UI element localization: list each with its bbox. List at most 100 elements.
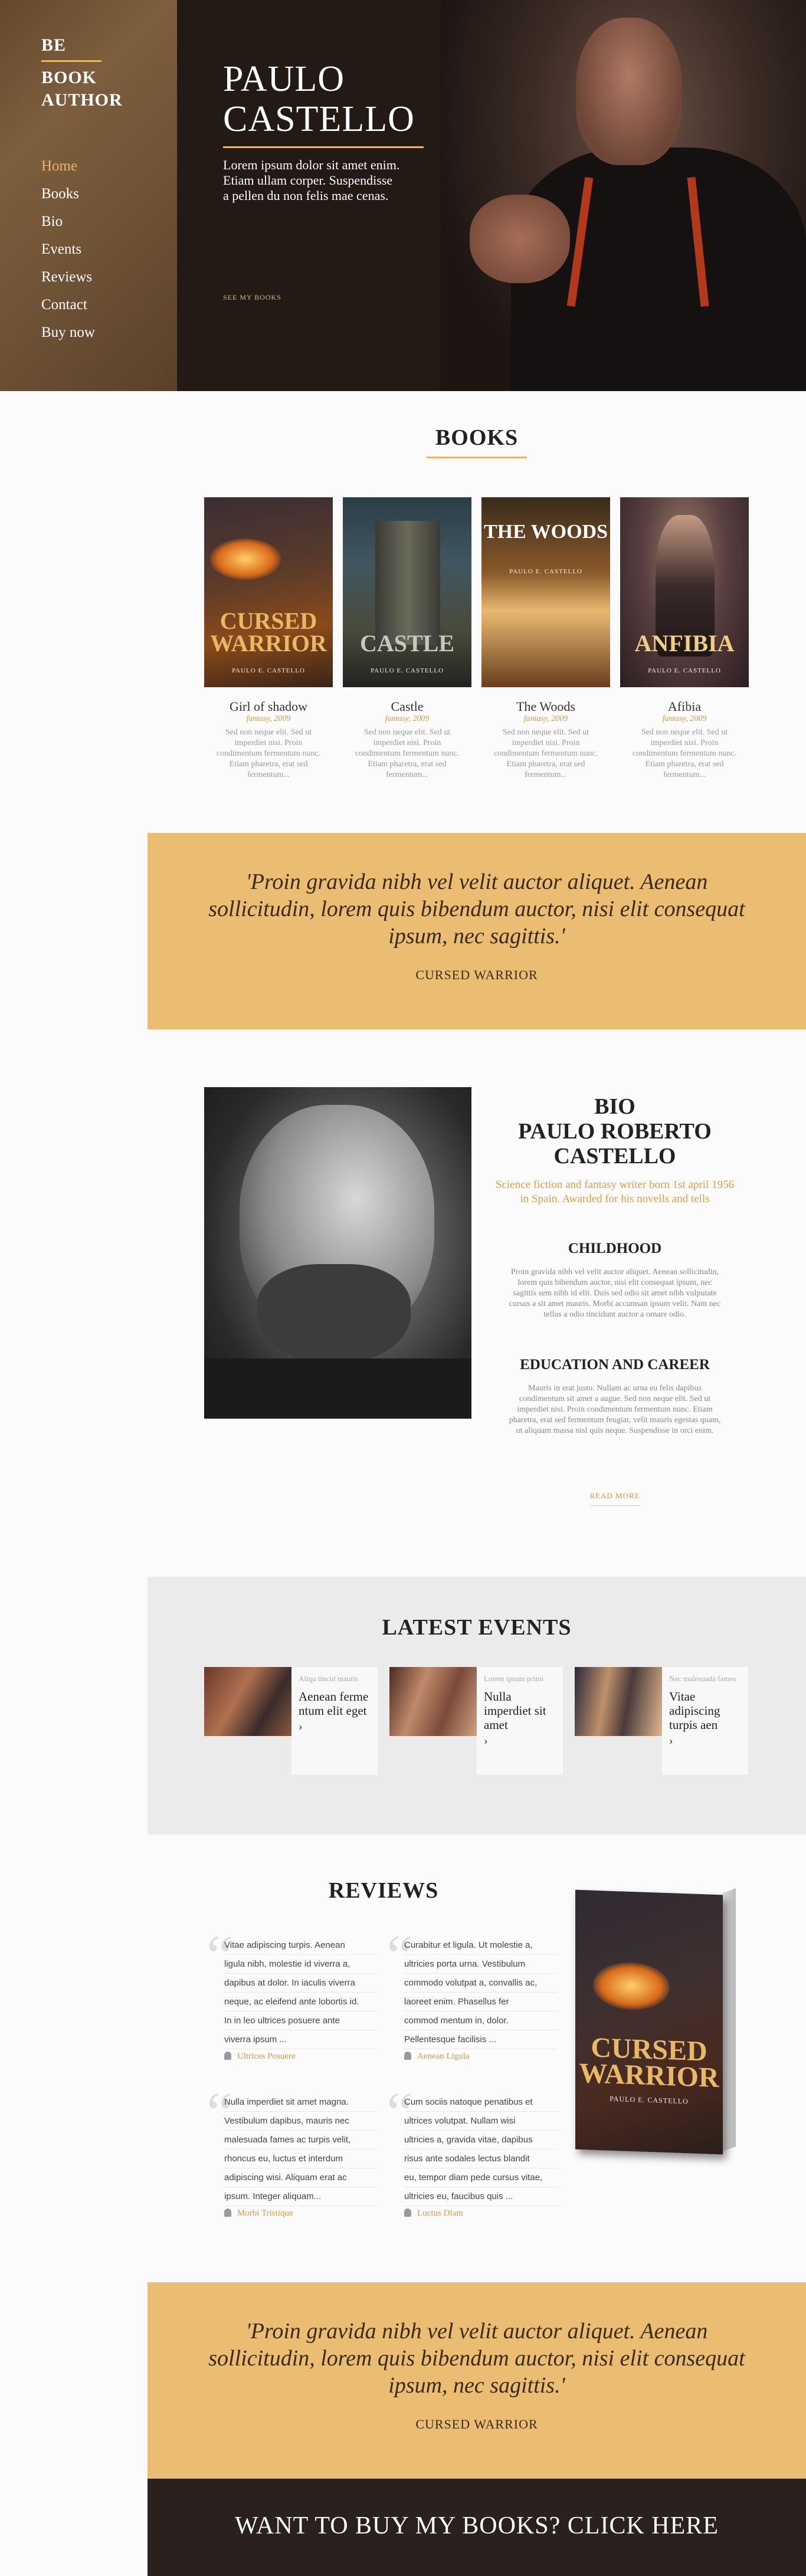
event-photo[interactable] [204,1667,291,1736]
reviews-section-title: REVIEWS [328,1878,439,1903]
review-item: “ Cum sociis natoque penatibus et ultric… [386,2083,558,2219]
book-description: Sed non neque elit. Sed ut imperdiet nis… [216,728,321,779]
event-card[interactable]: Aliqu tincid mauris Aenean ferme ntum el… [204,1667,378,1775]
event-arrow-icon[interactable]: › [299,1720,371,1734]
career-text: Mauris in erat justo. Nullam ac urna eu … [509,1384,721,1435]
quote-text: 'Proin gravida nibh vel velit auctor ali… [208,869,745,949]
book-card[interactable]: ANFIBIA PAULO E. CASTELLO Afibia fantasy… [620,497,749,780]
bio-title-line-1: BIO [594,1094,635,1119]
featured-book-author: PAULO E. CASTELLO [610,2094,689,2106]
nav-item-events[interactable]: Events [41,235,95,263]
event-card[interactable]: Nec malesuada fames Vitae adipiscing tur… [575,1667,748,1775]
book-card[interactable]: CURSED WARRIOR PAULO E. CASTELLO Girl of… [204,497,333,780]
childhood-heading: CHILDHOOD [568,1241,662,1256]
buy-banner[interactable]: WANT TO BUY MY BOOKS? CLICK HERE [148,2479,806,2576]
buy-books-link[interactable]: WANT TO BUY MY BOOKS? CLICK HERE [148,2512,806,2540]
event-photo[interactable] [575,1667,662,1736]
review-author: Luctus Diam [386,2209,558,2219]
quote-text: 'Proin gravida nibh vel velit auctor ali… [208,2319,745,2398]
bio-photo-beard [257,1264,411,1364]
book-cover-author: PAULO E. CASTELLO [371,667,444,674]
book-cover[interactable]: CASTLE PAULO E. CASTELLO [343,497,471,687]
hero-divider [223,146,424,148]
event-info: Nec malesuada fames Vitae adipiscing tur… [662,1667,748,1775]
book-genre: fantasy, 2009 [246,714,291,723]
review-text: Cum sociis natoque penatibus et ultrices… [386,2093,558,2206]
quote-author: CURSED WARRIOR [415,967,538,982]
review-line: ligula nibh, molestie id viverra a, [224,1955,378,1974]
book-cover[interactable]: ANFIBIA PAULO E. CASTELLO [620,497,749,687]
person-icon [224,2209,231,2217]
read-more-underline [590,1505,640,1506]
book-card[interactable]: THE WOODS PAULO E. CASTELLO The Woods fa… [481,497,610,780]
event-photo[interactable] [389,1667,477,1736]
review-line: In in leo ultrices posuere ante [224,2011,378,2030]
see-my-books-link[interactable]: SEE MY BOOKS [223,293,281,302]
logo-divider [41,60,101,62]
review-line: Cum sociis natoque penatibus et [404,2093,558,2112]
review-author-name: Aenean Ligula [417,2052,470,2061]
review-line: eu, tempor diam pede cursus vitae, [404,2168,558,2187]
book-title[interactable]: Afibia [620,699,749,714]
event-arrow-icon[interactable]: › [484,1734,556,1748]
book-description: Sed non neque elit. Sed ut imperdiet nis… [493,728,598,779]
book-cover[interactable]: THE WOODS PAULO E. CASTELLO [481,497,610,687]
review-line: ultricies a, gravida vitae, dapibus [404,2131,558,2150]
book-title[interactable]: The Woods [481,699,610,714]
quote-banner: 'Proin gravida nibh vel velit auctor ali… [148,833,806,1029]
review-line: Nulla imperdiet sit amet magna. [224,2093,378,2112]
review-line: risus ante sodales lectus blandit [404,2150,558,2168]
events-section-title: LATEST EVENTS [382,1615,572,1640]
review-text: Curabitur et ligula. Ut molestie a, ultr… [386,1936,558,2049]
nav-item-buy-now[interactable]: Buy now [41,319,95,346]
main-nav: Home Books Bio Events Reviews Contact Bu… [41,152,95,346]
nav-item-home[interactable]: Home [41,152,95,180]
nav-item-reviews[interactable]: Reviews [41,263,95,291]
featured-book-image[interactable]: CURSED WARRIOR PAULO E. CASTELLO [572,1883,749,2155]
review-line: dapibus at dolor. In iaculis viverra [224,1974,378,1993]
event-info: Lorem ipsum primi Nulla imperdiet sit am… [477,1667,563,1775]
cover-tower [375,521,440,645]
review-line: Vestibulum dapibus, mauris nec [224,2112,378,2131]
review-line: Curabitur et ligula. Ut molestie a, [404,1936,558,1955]
bio-title: BIO PAULO ROBERTO CASTELLO [494,1094,735,1169]
author-hero-photo [440,0,806,391]
book-card[interactable]: CASTLE PAULO E. CASTELLO Castle fantasy,… [343,497,471,780]
book-description: Sed non neque elit. Sed ut imperdiet nis… [632,728,737,779]
event-title[interactable]: Nulla imperdiet sit amet [484,1689,556,1732]
book-cover[interactable]: CURSED WARRIOR PAULO E. CASTELLO [204,497,333,687]
site-logo[interactable]: BE BOOK AUTHOR [41,34,123,111]
hero-author-name: PAULO CASTELLO [223,59,415,139]
book-title[interactable]: Castle [343,699,471,714]
hero-photo-hand [470,195,570,283]
review-item: “ Curabitur et ligula. Ut molestie a, ul… [386,1927,558,2062]
book-cover-title: CASTLE [359,630,455,657]
event-category: Nec malesuada fames [669,1674,736,1683]
event-category: Lorem ipsum primi [484,1674,544,1683]
book-cover-author: PAULO E. CASTELLO [648,667,721,674]
featured-book-title: CURSED WARRIOR [579,2032,719,2094]
review-author: Ultrices Posuere [207,2052,378,2062]
book-title[interactable]: Girl of shadow [204,699,333,714]
review-author: Aenean Ligula [386,2052,558,2062]
bio-subtitle: Science fiction and fantasy writer born … [495,1179,735,1205]
review-line: commod mentum in, dolor. [404,2011,558,2030]
book-cover-title: THE WOODS [483,521,608,543]
cover-fire [593,1961,670,2011]
read-more-link[interactable]: READ MORE [494,1491,735,1501]
nav-item-contact[interactable]: Contact [41,291,95,319]
book-cover-author: PAULO E. CASTELLO [232,667,305,674]
book-pages [723,1888,736,2152]
event-card[interactable]: Lorem ipsum primi Nulla imperdiet sit am… [389,1667,563,1775]
nav-item-books[interactable]: Books [41,180,95,208]
review-line: commodo volutpat a, convallis ac, [404,1974,558,1993]
event-title[interactable]: Vitae adipiscing turpis aen [669,1689,741,1732]
quote-author: CURSED WARRIOR [415,2417,538,2431]
event-arrow-icon[interactable]: › [669,1734,741,1748]
event-title[interactable]: Aenean ferme ntum elit eget [299,1689,371,1718]
person-icon [224,2052,231,2060]
book-cover-title: ANFIBIA [634,630,735,657]
nav-item-bio[interactable]: Bio [41,208,95,235]
bio-title-line-3: CASTELLO [553,1144,676,1169]
bio-author-photo [204,1087,471,1419]
